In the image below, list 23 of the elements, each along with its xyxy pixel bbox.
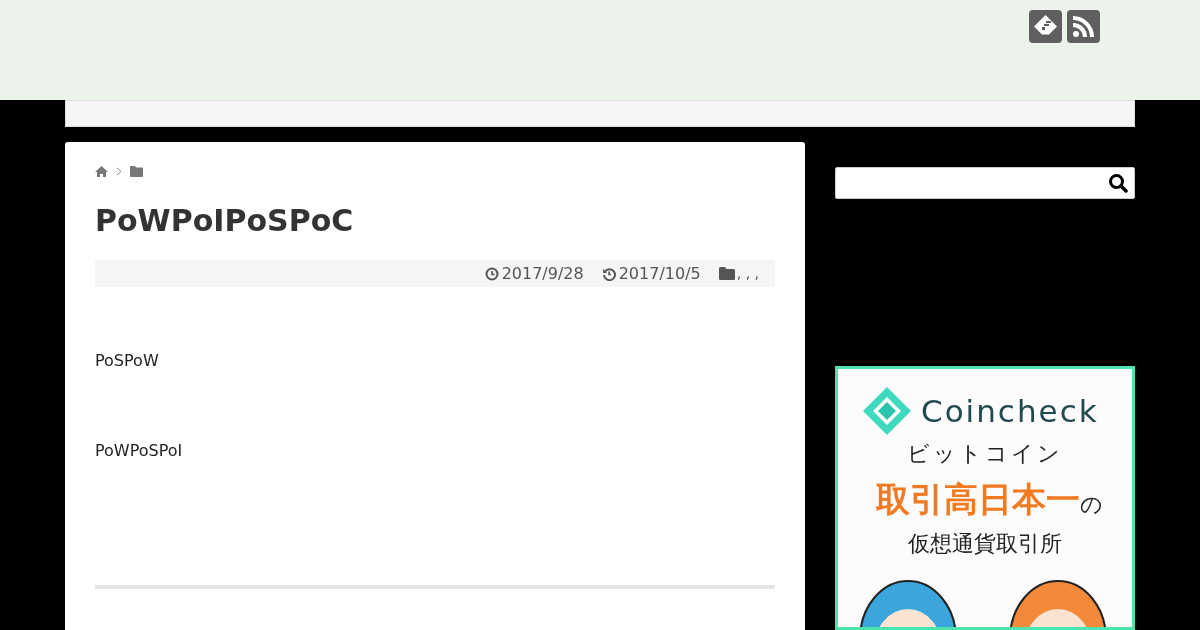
chevron-icon: [116, 166, 122, 176]
brand-name: Coincheck: [921, 391, 1099, 431]
search-field[interactable]: [835, 167, 1135, 199]
paragraph: PoSPoW: [95, 350, 160, 372]
published-date: 2017/9/28: [501, 262, 584, 285]
folder-icon[interactable]: [130, 165, 143, 177]
ad-text: ビットコイン: [906, 440, 1064, 468]
feed-reader-icon[interactable]: [1029, 10, 1062, 43]
ad-headline: 取引高日本一: [875, 478, 1080, 521]
home-icon[interactable]: [95, 165, 108, 177]
clock-icon: [484, 266, 499, 281]
folder-icon: [718, 267, 735, 280]
ad-text: 仮想通貨取引所: [907, 530, 1063, 558]
ad-text: の: [1079, 491, 1103, 519]
article-title: PoWPoIPoSPoC: [95, 202, 355, 240]
updated-date: 2017/10/5: [618, 262, 701, 285]
paragraph: PoWPoSPoI: [95, 440, 184, 462]
category-links[interactable]: , , ,: [736, 263, 759, 284]
history-icon: [601, 266, 616, 281]
rss-icon[interactable]: [1067, 10, 1100, 43]
diamond-logo-icon: [863, 387, 911, 435]
advertisement-banner[interactable]: Coincheck ビットコイン 取引高日本一の 仮想通貨取引所: [835, 366, 1135, 630]
search-icon[interactable]: [1108, 173, 1128, 193]
